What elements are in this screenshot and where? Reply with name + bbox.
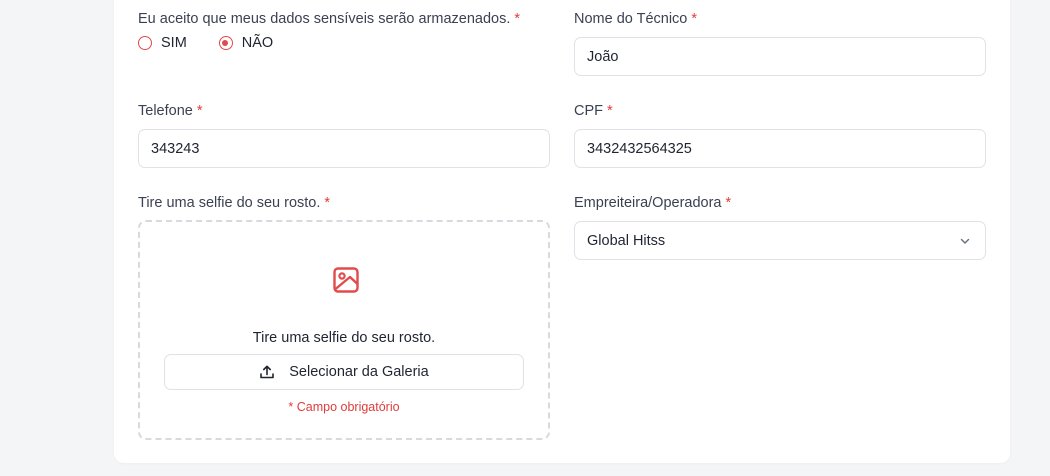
select-from-gallery-button[interactable]: Selecionar da Galeria: [164, 354, 524, 390]
phone-input[interactable]: 343243: [138, 129, 550, 168]
required-mark: *: [196, 103, 203, 119]
required-mark: *: [607, 103, 613, 119]
selfie-dropzone[interactable]: Tire uma selfie do seu rosto. Selecionar…: [138, 220, 550, 440]
technician-name-label: Nome do Técnico *: [574, 11, 698, 27]
consent-option-sim[interactable]: SIM: [138, 35, 187, 51]
image-icon: [333, 267, 359, 293]
radio-label-sim: SIM: [161, 35, 187, 51]
required-mark: *: [691, 11, 698, 27]
radio-nao[interactable]: [218, 36, 233, 50]
technician-name-value: João: [587, 48, 619, 65]
consent-radio-group: SIM NÃO: [138, 35, 305, 51]
phone-label: Telefone *: [138, 103, 203, 119]
phone-value: 343243: [151, 140, 200, 157]
contractor-label: Empreiteira/Operadora *: [574, 195, 732, 211]
selfie-error-message: * Campo obrigatório: [288, 400, 400, 414]
selfie-label: Tire uma selfie do seu rosto. *: [138, 195, 331, 211]
consent-option-nao[interactable]: NÃO: [218, 35, 274, 51]
selfie-prompt: Tire uma selfie do seu rosto.: [252, 330, 436, 346]
radio-sim[interactable]: [138, 36, 152, 50]
cpf-label: CPF *: [574, 103, 613, 119]
consent-label: Eu aceito que meus dados sensíveis serão…: [138, 11, 521, 27]
radio-label-nao: NÃO: [241, 35, 274, 51]
required-mark: *: [725, 195, 732, 211]
required-mark: *: [324, 195, 331, 211]
contractor-selected-value: Global Hitss: [587, 232, 666, 249]
contractor-select[interactable]: Global Hitss: [574, 221, 986, 260]
upload-icon: [260, 365, 275, 379]
technician-name-input[interactable]: João: [574, 37, 986, 76]
cpf-value: 3432432564325: [587, 140, 692, 157]
select-from-gallery-label: Selecionar da Galeria: [289, 364, 429, 380]
cpf-input[interactable]: 3432432564325: [574, 129, 986, 168]
chevron-down-icon: [960, 238, 970, 244]
required-mark: *: [514, 11, 521, 27]
